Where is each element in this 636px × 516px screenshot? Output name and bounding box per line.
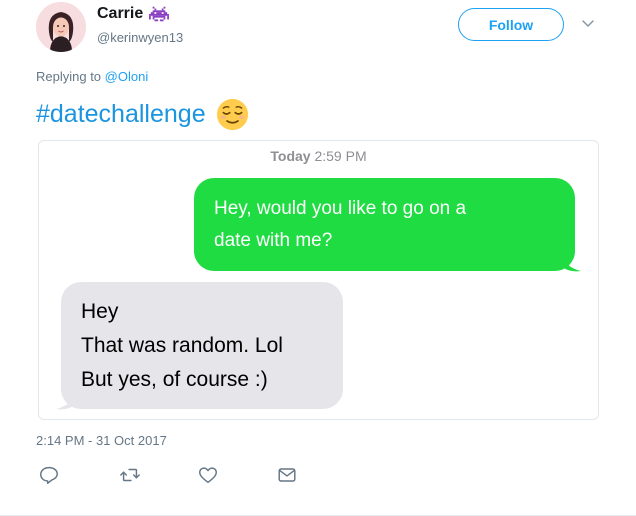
- user-handle[interactable]: @kerinwyen13: [97, 30, 183, 45]
- avatar-illustration-icon: [36, 2, 86, 52]
- received-message-line: But yes, of course :): [81, 368, 268, 391]
- reply-icon[interactable]: [38, 464, 60, 486]
- received-message-line: That was random. Lol: [81, 334, 283, 357]
- sent-message-line: date with me?: [214, 230, 333, 251]
- chevron-down-icon[interactable]: [581, 16, 595, 30]
- received-message-bubble: Hey That was random. Lol But yes, of cou…: [61, 282, 343, 409]
- tweet-timestamp[interactable]: 2:14 PM - 31 Oct 2017: [36, 433, 167, 448]
- reply-mention-link[interactable]: @Oloni: [105, 69, 149, 84]
- display-name[interactable]: Carrie: [97, 5, 143, 23]
- retweet-icon[interactable]: [119, 464, 141, 486]
- sent-message-bubble: Hey, would you like to go on a date with…: [194, 178, 575, 271]
- hashtag-link[interactable]: #datechallenge: [36, 100, 206, 129]
- tweet-card: Carrie @kerinwyen13 Follow Replying to @…: [0, 0, 636, 516]
- sent-message-line: Hey, would you like to go on a: [214, 198, 467, 219]
- received-message-line: Hey: [81, 300, 119, 323]
- space-invader-icon: [149, 6, 170, 22]
- author-name-row[interactable]: Carrie: [97, 5, 170, 23]
- relieved-face-emoji-icon: [216, 98, 249, 131]
- message-day: Today: [270, 148, 311, 164]
- message-clock: 2:59 PM: [314, 148, 367, 164]
- tweet-actions: [36, 464, 306, 488]
- message-screenshot[interactable]: Today 2:59 PM Hey, would you like to go …: [38, 140, 599, 420]
- replying-prefix: Replying to: [36, 69, 102, 84]
- tweet-text: #datechallenge: [36, 98, 249, 131]
- replying-to: Replying to @Oloni: [36, 69, 148, 84]
- like-icon[interactable]: [197, 464, 219, 486]
- direct-message-icon[interactable]: [276, 464, 298, 486]
- follow-button[interactable]: Follow: [458, 8, 564, 41]
- avatar[interactable]: [36, 2, 86, 52]
- message-timestamp: Today 2:59 PM: [39, 148, 598, 164]
